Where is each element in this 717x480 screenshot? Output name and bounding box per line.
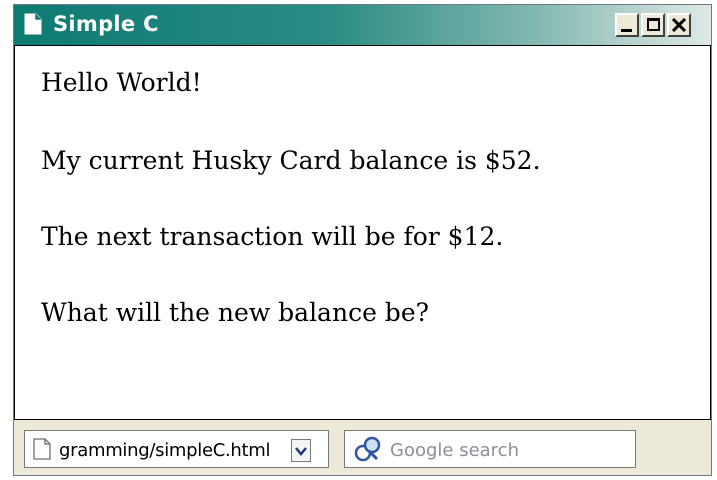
url-text: gramming/simpleC.html — [59, 440, 271, 461]
close-icon — [672, 18, 686, 32]
chevron-down-icon — [295, 447, 307, 456]
paragraph-transaction: The next transaction will be for $12. — [41, 222, 504, 251]
search-icon — [354, 436, 381, 462]
close-button[interactable] — [667, 13, 691, 37]
url-field[interactable]: gramming/simpleC.html — [24, 430, 329, 468]
paragraph-hello: Hello World! — [41, 68, 202, 97]
url-dropdown-button[interactable] — [291, 439, 311, 462]
search-input[interactable]: Google search — [344, 430, 636, 468]
paragraph-balance: My current Husky Card balance is $52. — [41, 146, 541, 175]
status-bar: gramming/simpleC.html Google search — [14, 420, 711, 475]
page-icon — [24, 13, 42, 35]
browser-window: Simple C Hello World! My current Husky C… — [13, 4, 712, 476]
maximize-button[interactable] — [641, 13, 665, 37]
page-content: Hello World! My current Husky Card balan… — [14, 45, 711, 420]
title-bar[interactable]: Simple C — [14, 5, 711, 45]
paragraph-question: What will the new balance be? — [41, 298, 430, 327]
page-icon — [33, 438, 51, 460]
window-title: Simple C — [53, 12, 159, 36]
search-placeholder: Google search — [390, 440, 519, 461]
minimize-button[interactable] — [615, 13, 639, 37]
